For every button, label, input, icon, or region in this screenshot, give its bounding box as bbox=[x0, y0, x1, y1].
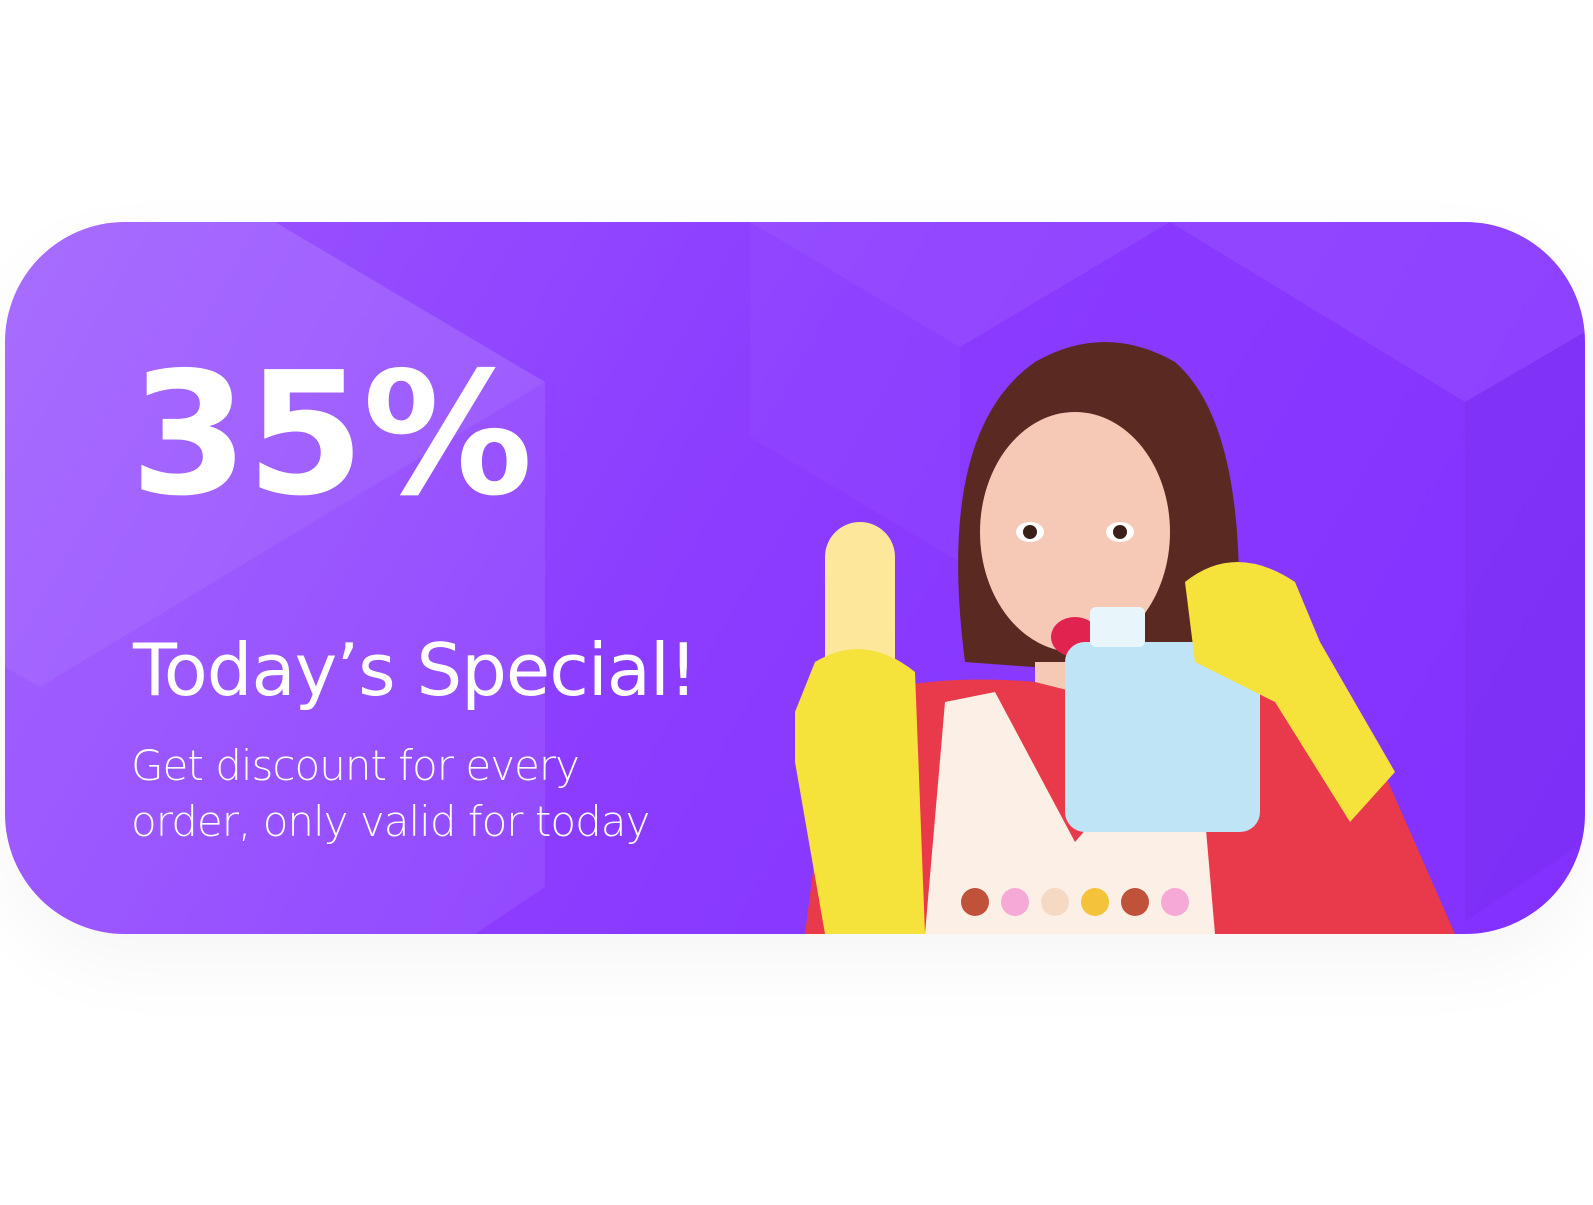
promo-banner-card[interactable]: 35% Today’s Special! Get discount for ev… bbox=[5, 222, 1585, 934]
discount-percentage: 35% bbox=[130, 336, 533, 534]
woman-with-cleaning-supplies-image bbox=[795, 342, 1455, 934]
promo-title: Today’s Special! bbox=[133, 628, 698, 712]
promo-description: Get discount for every order, only valid… bbox=[131, 741, 650, 846]
